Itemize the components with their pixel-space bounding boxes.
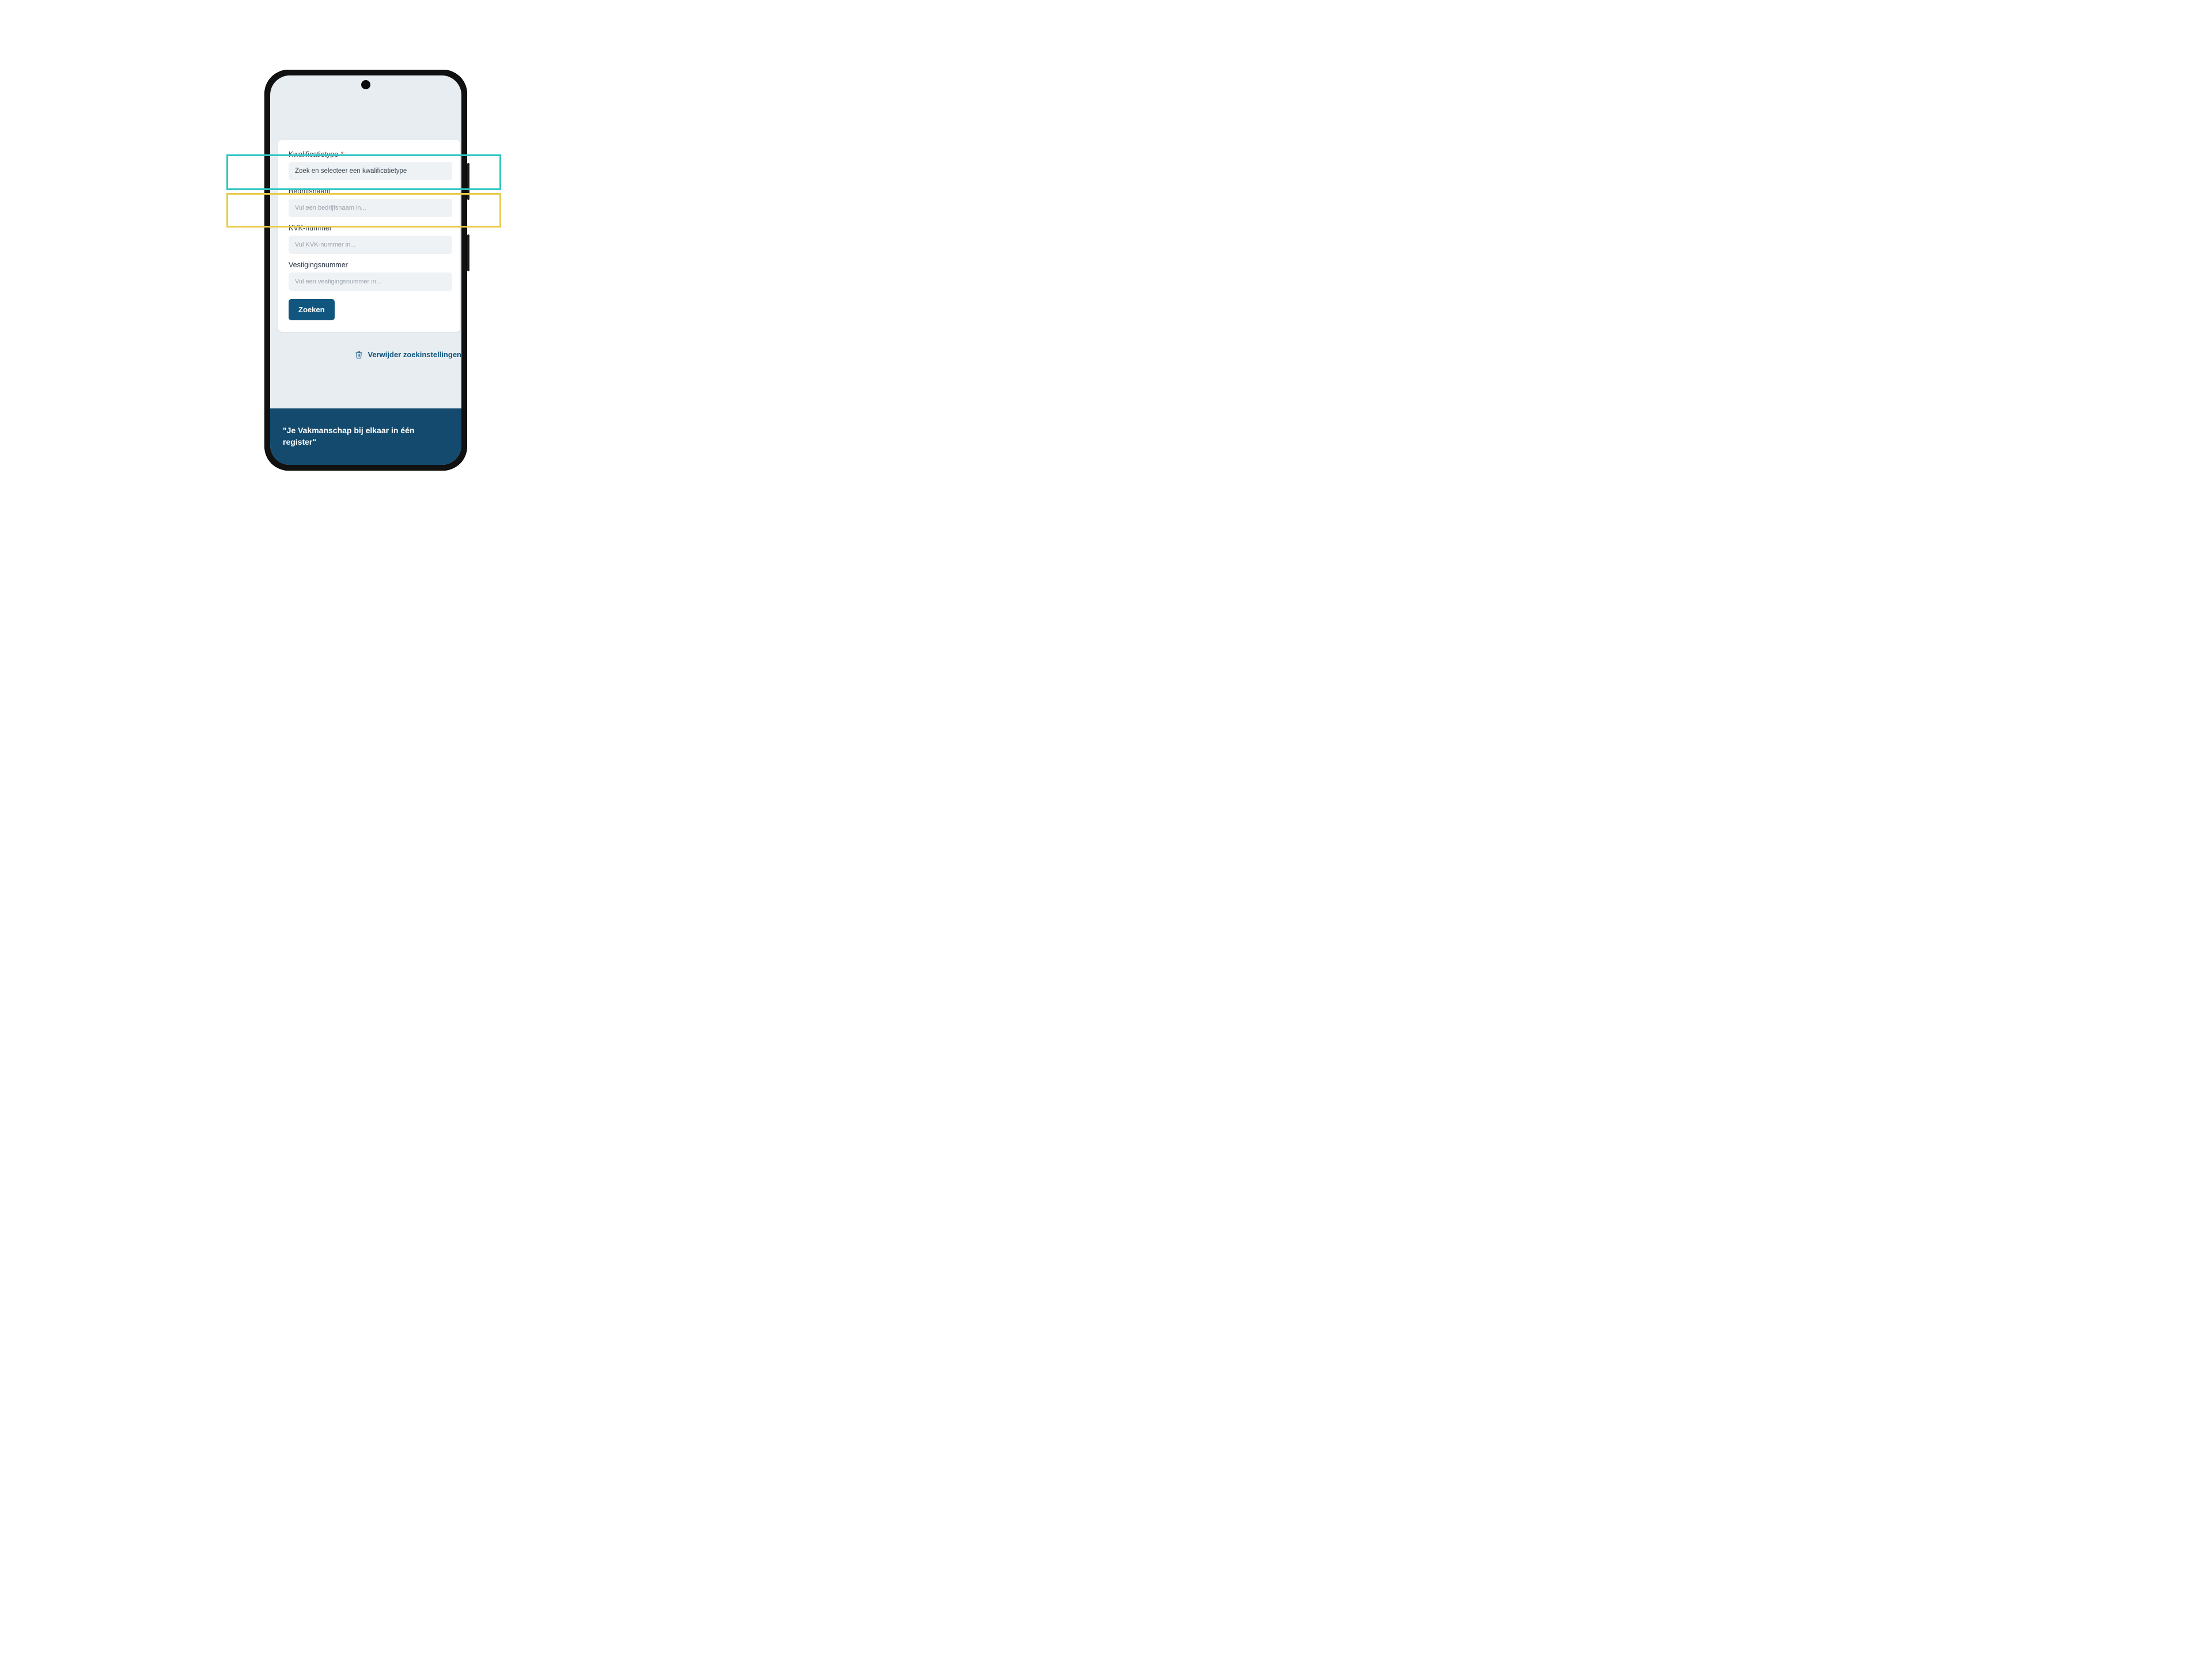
footer-band: "Je Vakmanschap bij elkaar in één regist…	[270, 408, 461, 465]
label-kvk: KVK-nummer	[289, 224, 452, 232]
vestiging-input[interactable]	[289, 272, 452, 291]
trash-icon	[355, 351, 363, 359]
phone-side-button	[467, 234, 469, 271]
reset-search-link[interactable]: Verwijder zoekinstellingen	[368, 350, 461, 359]
field-bedrijfsnaam: Bedrijfsnaam	[289, 187, 452, 217]
phone-frame: Kwalificatietype * Zoek en selecteer een…	[264, 70, 467, 471]
search-button[interactable]: Zoeken	[289, 299, 335, 320]
search-form-card: Kwalificatietype * Zoek en selecteer een…	[278, 140, 460, 332]
reset-row: Verwijder zoekinstellingen	[278, 350, 461, 359]
label-vestiging: Vestigingsnummer	[289, 261, 452, 269]
phone-screen: Kwalificatietype * Zoek en selecteer een…	[270, 75, 461, 465]
required-asterisk: *	[341, 150, 344, 158]
field-kvk: KVK-nummer	[289, 224, 452, 254]
kwalificatietype-select[interactable]: Zoek en selecteer een kwalificatietype	[289, 162, 452, 180]
kvk-input[interactable]	[289, 236, 452, 254]
label-kwalificatietype: Kwalificatietype *	[289, 150, 452, 158]
bedrijfsnaam-input[interactable]	[289, 199, 452, 217]
footer-quote: "Je Vakmanschap bij elkaar in één regist…	[283, 425, 449, 448]
camera-notch	[361, 80, 370, 89]
label-bedrijfsnaam: Bedrijfsnaam	[289, 187, 452, 195]
phone-side-button	[467, 163, 469, 200]
field-kwalificatietype: Kwalificatietype * Zoek en selecteer een…	[289, 150, 452, 180]
label-text: Kwalificatietype	[289, 150, 338, 158]
field-vestiging: Vestigingsnummer	[289, 261, 452, 291]
screen-content: Kwalificatietype * Zoek en selecteer een…	[270, 75, 461, 465]
